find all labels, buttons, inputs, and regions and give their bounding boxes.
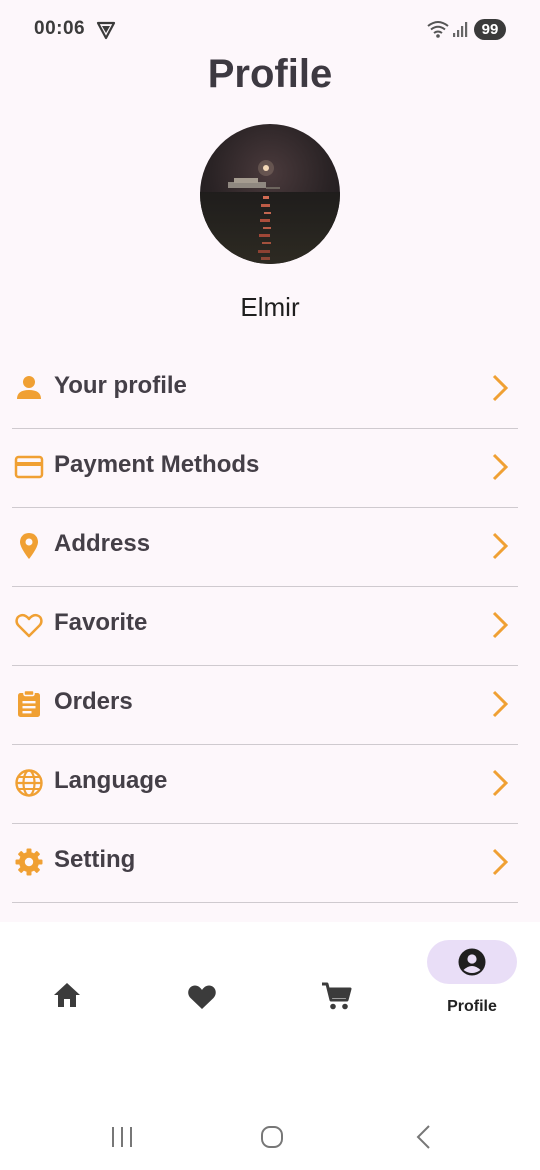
- menu-item-label: Setting: [54, 846, 136, 873]
- heart-outline-icon: [15, 613, 43, 638]
- menu-item-setting[interactable]: Setting: [12, 824, 518, 903]
- wifi-icon: [427, 21, 449, 38]
- person-icon: [17, 376, 41, 399]
- menu-item-label: Address: [54, 530, 151, 557]
- recents-icon[interactable]: [110, 1126, 134, 1148]
- nav-item-home[interactable]: [22, 940, 112, 1020]
- account-circle-icon: [458, 948, 486, 976]
- menu-item-address[interactable]: Address: [12, 508, 518, 587]
- menu-item-label: Favorite: [54, 609, 148, 636]
- page-title: Profile: [207, 52, 333, 96]
- nav-label-profile: Profile: [447, 998, 497, 1015]
- menu-item-orders[interactable]: Orders: [12, 666, 518, 745]
- menu-item-payment-methods[interactable]: Payment Methods: [12, 429, 518, 508]
- location-pin-icon: [20, 533, 38, 559]
- menu-item-language[interactable]: Language: [12, 745, 518, 824]
- menu-item-label: Orders: [54, 688, 133, 715]
- globe-icon: [15, 769, 43, 797]
- avatar[interactable]: [200, 124, 340, 264]
- chevron-right-icon: [492, 374, 509, 402]
- chevron-right-icon: [492, 690, 509, 718]
- menu-item-label: Payment Methods: [54, 451, 260, 478]
- nav-item-profile[interactable]: Profile: [427, 940, 517, 1020]
- system-navigation-bar: [0, 1102, 540, 1170]
- avatar-image: [200, 124, 340, 264]
- status-time: 00:06: [34, 18, 86, 39]
- credit-card-icon: [14, 455, 44, 479]
- status-bar: 00:06 99: [0, 0, 540, 58]
- chevron-right-icon: [492, 848, 509, 876]
- nav-item-favorites[interactable]: [157, 940, 247, 1020]
- back-icon[interactable]: [414, 1124, 432, 1150]
- cart-icon: [322, 982, 352, 1010]
- bottom-navigation: Profile: [0, 922, 540, 1102]
- nav-item-cart[interactable]: [292, 940, 382, 1020]
- home-icon: [54, 983, 80, 1007]
- clipboard-icon: [18, 689, 40, 717]
- vpn-shield-icon: [96, 21, 116, 40]
- profile-menu: Your profile Payment Methods Address Fav…: [12, 350, 518, 903]
- home-circle-icon[interactable]: [260, 1125, 284, 1149]
- gear-icon: [15, 848, 43, 876]
- menu-item-favorite[interactable]: Favorite: [12, 587, 518, 666]
- user-name: Elmir: [240, 292, 300, 322]
- menu-item-label: Your profile: [54, 372, 187, 399]
- menu-item-your-profile[interactable]: Your profile: [12, 350, 518, 429]
- chevron-right-icon: [492, 453, 509, 481]
- menu-item-label: Language: [54, 767, 168, 794]
- signal-icon: [453, 22, 468, 37]
- chevron-right-icon: [492, 769, 509, 797]
- chevron-right-icon: [492, 532, 509, 560]
- battery-badge: 99: [474, 19, 506, 40]
- chevron-right-icon: [492, 611, 509, 639]
- heart-icon: [188, 985, 216, 1009]
